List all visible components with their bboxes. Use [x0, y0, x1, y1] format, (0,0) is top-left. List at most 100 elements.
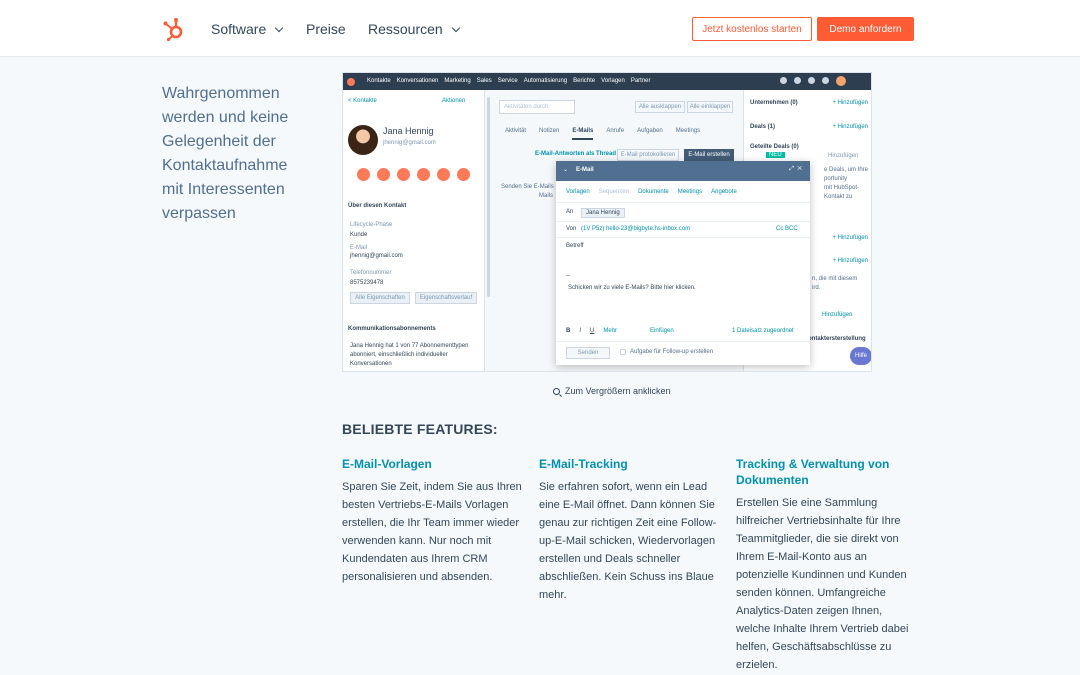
email-modal: ⌄ E-Mail ⤢ ✕ Vorlagen Sequenzen Dokument…	[556, 161, 810, 365]
files-attached-link: 1 Dateisatz zugeordnet	[732, 328, 794, 334]
shared-deals-text-3: mit HubSpot-	[824, 185, 860, 191]
templates-tool: Vorlagen	[566, 189, 590, 195]
app-menu-item: Vorlagen	[601, 78, 625, 84]
subscriptions-heading: Kommunikationsabonnements	[348, 326, 436, 332]
zoom-hint-label: Zum Vergrößern anklicken	[565, 386, 671, 396]
feature-text: Sparen Sie Zeit, indem Sie aus Ihren bes…	[342, 481, 522, 583]
from-label: Von	[566, 226, 577, 232]
feature-column: E-Mail-Tracking Sie erfahren sofort, wen…	[539, 456, 719, 604]
companies-row: Unternehmen (0) + Hinzufügen	[750, 100, 868, 106]
quotes-tool: Angebote	[711, 189, 737, 195]
help-button: Hilfe	[850, 347, 871, 365]
from-value: (1V P5z) hello-23@bigbyte.hs-inbox.com	[581, 226, 691, 232]
followup-label: Aufgabe für Follow-up erstellen	[630, 349, 714, 355]
back-to-contacts-link: < Kontakte	[348, 98, 377, 104]
chevron-down-icon	[451, 23, 460, 32]
property-history-button: Eigenschaftsverlauf	[415, 292, 477, 304]
shared-deals-row: Geteilte Deals (0)	[750, 144, 799, 150]
tab-calls: Anrufe	[606, 128, 625, 134]
more-icon	[457, 168, 470, 181]
sidebar-scrollbar	[487, 97, 490, 297]
meeting-icon	[437, 168, 450, 181]
app-menu-item: Berichte	[573, 78, 596, 84]
nav-preise-label: Preise	[306, 21, 346, 37]
tab-notes: Notizen	[539, 128, 560, 134]
tab-tasks: Aufgaben	[637, 128, 663, 134]
shared-deals-text-2: portunity	[824, 176, 848, 182]
meetings-tool: Meetings	[677, 189, 703, 195]
recipient-chip: Jana Hennig	[581, 208, 625, 218]
about-heading: Über diesen Kontakt	[348, 203, 407, 209]
expand-all-button: Alle einklappen	[687, 101, 733, 113]
app-menu-item: Konversationen	[396, 78, 439, 84]
app-menu-item: Partner	[630, 78, 651, 84]
notifications-icon	[822, 77, 829, 84]
subscriptions-text: Jana Hennig hat 1 von 77 Abonnementtypen…	[350, 343, 469, 367]
hubspot-logo-icon[interactable]	[162, 16, 186, 42]
app-menu-icons	[780, 76, 846, 86]
feature-column: E-Mail-Vorlagen Sparen Sie Zeit, indem S…	[342, 456, 522, 586]
shared-deals-text-1: e Deals, um Ihre	[824, 167, 869, 173]
contact-creation-label: ontaktersterstellung	[808, 336, 866, 342]
lifecycle-label: Lifecycle-Phase	[350, 222, 393, 228]
divider	[556, 341, 810, 342]
zoom-icon	[553, 387, 560, 395]
start-free-button[interactable]: Jetzt kostenlos starten	[692, 17, 812, 41]
lifecycle-value: Kunde	[350, 232, 368, 238]
add-dropdown: Hinzufügen	[822, 312, 853, 318]
app-menu-item: Sales	[476, 78, 492, 84]
email-modal-header: ⌄ E-Mail ⤢ ✕	[556, 161, 810, 181]
app-menu-item: Automatisierung	[523, 78, 568, 84]
app-menu-item: Service	[497, 78, 518, 84]
search-icon	[780, 77, 787, 84]
thread-replies-toggle: E-Mail-Antworten als Thread	[535, 151, 617, 157]
product-screenshot[interactable]: Kontakte Konversationen Marketing Sales …	[342, 72, 872, 372]
contact-sidebar: < Kontakte Aktionen Jana Hennig jhennig@…	[343, 90, 485, 371]
nav-ressourcen-label: Ressourcen	[368, 21, 443, 37]
email-toolbar: Vorlagen Sequenzen Dokumente Meetings An…	[566, 189, 737, 195]
contact-action-icons	[357, 168, 470, 181]
deals-row: Deals (1) + Hinzufügen	[750, 124, 868, 130]
feature-text: Erstellen Sie eine Sammlung hilfreicher …	[736, 497, 909, 671]
tab-emails: E-Mails	[572, 128, 594, 140]
add-plain-label: Hinzufügen	[828, 153, 859, 159]
divider	[556, 221, 810, 222]
italic-icon: I	[579, 328, 582, 334]
app-menu-item: Marketing	[444, 78, 471, 84]
nav-preise[interactable]: Preise	[306, 21, 346, 37]
features-heading: BELIEBTE FEATURES:	[342, 421, 498, 437]
avatar-icon	[836, 76, 846, 86]
underline-icon: U	[590, 328, 595, 334]
followup-checkbox	[620, 349, 626, 355]
zoom-hint[interactable]: Zum Vergrößern anklicken	[553, 386, 671, 396]
right-text-6: ird.	[812, 285, 821, 291]
feature-title: Tracking & Verwaltung von Dokumenten	[736, 457, 890, 487]
email-value: jhennig@gmail.com	[350, 253, 403, 259]
chevron-down-icon	[275, 23, 284, 32]
phone-value: 8575239478	[350, 280, 384, 286]
nav-software[interactable]: Software	[211, 21, 284, 37]
nav-ressourcen[interactable]: Ressourcen	[368, 21, 460, 37]
email-modal-title: E-Mail	[576, 167, 594, 173]
new-badge: NEU	[766, 152, 785, 158]
intro-text: Wahrgenommen werden und keine Gelegenhei…	[162, 85, 289, 222]
feature-text: Sie erfahren sofort, wenn ein Lead eine …	[539, 481, 717, 601]
phone-icon	[397, 168, 410, 181]
activity-search-input: Aktivitäten durch	[499, 100, 575, 114]
top-navigation: Software Preise Ressourcen Jetzt kostenl…	[0, 0, 1080, 57]
app-menu-item: Kontakte	[367, 78, 391, 84]
subject-field: Betreff	[566, 243, 584, 249]
send-button: Senden	[566, 347, 610, 359]
app-menu: Kontakte Konversationen Marketing Sales …	[367, 78, 651, 84]
log-email-button: E-Mail protokollieren	[617, 149, 679, 161]
email-body: Schicken wir zu viele E-Mails? Bitte hie…	[568, 285, 696, 291]
to-label: An	[566, 209, 574, 215]
request-demo-button[interactable]: Demo anfordern	[817, 17, 914, 41]
shared-deals-text-4: Kontakt zu	[824, 194, 853, 200]
email-icon	[377, 168, 390, 181]
documents-tool: Dokumente	[638, 189, 669, 195]
activity-tabs: Aktivität Notizen E-Mails Anrufe Aufgabe…	[505, 128, 700, 140]
phone-label: Telefonnummer	[350, 270, 392, 276]
contact-name: Jana Hennig	[383, 126, 434, 136]
close-icon: ⤢ ✕	[789, 166, 802, 172]
